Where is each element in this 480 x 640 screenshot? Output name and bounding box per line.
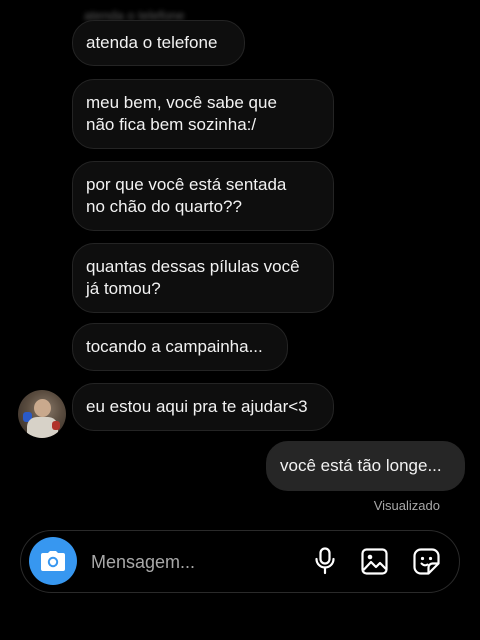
message-text-line: quantas dessas pílulas você (86, 257, 300, 276)
chat-thread: atenda o telefone atenda o telefone meu … (0, 0, 480, 520)
message-text-line: já tomou? (86, 279, 161, 298)
message-composer: Mensagem... (20, 530, 460, 593)
received-message[interactable]: quantas dessas pílulas você já tomou? (72, 243, 334, 313)
message-text: você está tão longe... (280, 456, 442, 475)
received-message[interactable]: eu estou aqui pra te ajudar<3 (72, 383, 334, 431)
message-text: atenda o telefone (86, 33, 218, 52)
received-message[interactable]: atenda o telefone (72, 20, 245, 66)
message-text-line: no chão do quarto?? (86, 197, 242, 216)
message-text: eu estou aqui pra te ajudar<3 (86, 397, 308, 416)
message-text-line: meu bem, você sabe que (86, 93, 277, 112)
avatar-detail (52, 421, 60, 430)
microphone-icon (315, 547, 335, 575)
gallery-icon (360, 547, 388, 575)
sticker-icon (412, 547, 440, 575)
message-text-line: por que você está sentada (86, 175, 287, 194)
message-text-line: não fica bem sozinha:/ (86, 115, 257, 134)
message-text: tocando a campainha... (86, 337, 263, 356)
sent-message[interactable]: você está tão longe... (266, 441, 465, 491)
avatar-face (34, 399, 51, 417)
sticker-button[interactable] (411, 546, 441, 576)
received-message[interactable]: meu bem, você sabe que não fica bem sozi… (72, 79, 334, 149)
message-input[interactable]: Mensagem... (91, 552, 195, 573)
camera-icon (41, 551, 65, 571)
received-message[interactable]: por que você está sentada no chão do qua… (72, 161, 334, 231)
camera-button[interactable] (29, 537, 77, 585)
seen-status: Visualizado (373, 498, 440, 513)
voice-message-button[interactable] (310, 546, 340, 576)
gallery-button[interactable] (359, 546, 389, 576)
received-message[interactable]: tocando a campainha... (72, 323, 288, 371)
sender-avatar[interactable] (18, 390, 66, 438)
